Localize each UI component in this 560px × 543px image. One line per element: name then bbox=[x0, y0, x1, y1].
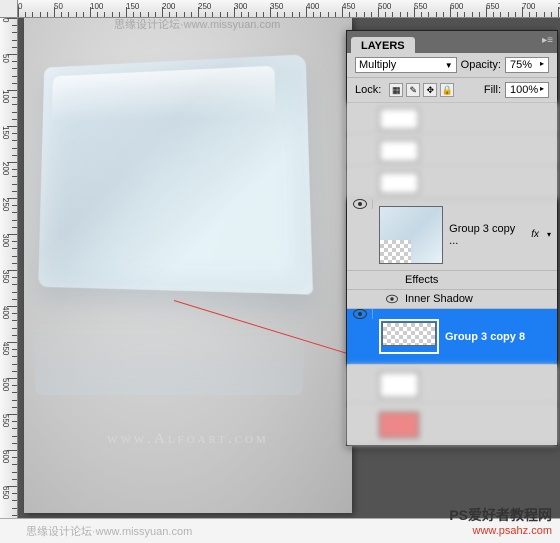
brand-text: PS爱好者教程网 bbox=[449, 507, 552, 523]
effects-header[interactable]: Effects bbox=[347, 271, 557, 290]
lock-label: Lock: bbox=[355, 84, 381, 96]
layer-row-selected[interactable]: Group 3 copy 8 bbox=[347, 309, 557, 365]
layer-row-blurred[interactable] bbox=[347, 103, 557, 135]
ruler-corner bbox=[0, 0, 18, 18]
fill-value: 100% bbox=[510, 84, 538, 96]
opacity-label: Opacity: bbox=[461, 59, 501, 71]
panel-menu-icon[interactable]: ▸≡ bbox=[542, 35, 553, 46]
dropdown-icon: ▼ bbox=[445, 61, 453, 70]
chevron-right-icon: ▸ bbox=[540, 84, 544, 96]
ruler-horizontal[interactable]: 0501001502002503003504004505005506006507… bbox=[18, 0, 560, 18]
layer-list[interactable]: Group 3 copy ... fx ▾ Effects Inner Shad… bbox=[347, 103, 557, 445]
watermark-top: 思缘设计论坛·www.missyuan.com bbox=[114, 18, 280, 32]
lock-pixels-icon[interactable]: ✎ bbox=[406, 83, 420, 97]
layer-thumbnail[interactable] bbox=[382, 322, 436, 346]
layer-row-blurred[interactable] bbox=[347, 167, 557, 199]
credit-bottom-left: 思缘设计论坛·www.missyuan.com bbox=[26, 523, 192, 539]
lock-buttons: ▦ ✎ ✥ 🔒 bbox=[389, 83, 454, 97]
credit-brand: PS爱好者教程网 www.psahz.com bbox=[449, 505, 552, 537]
visibility-toggle[interactable] bbox=[347, 309, 373, 319]
fx-toggle-icon[interactable]: ▾ bbox=[547, 230, 551, 239]
effect-name: Inner Shadow bbox=[405, 293, 473, 305]
fx-badge[interactable]: fx bbox=[531, 229, 541, 240]
layer-row-blurred[interactable] bbox=[347, 135, 557, 167]
effects-label: Effects bbox=[405, 274, 438, 286]
layers-panel[interactable]: LAYERS ▸≡ Multiply ▼ Opacity: 75% ▸ Lock… bbox=[346, 30, 558, 446]
layer-row-blurred[interactable] bbox=[347, 365, 557, 405]
effect-inner-shadow[interactable]: Inner Shadow bbox=[347, 290, 557, 309]
opacity-value: 75% bbox=[510, 59, 532, 71]
blend-mode-select[interactable]: Multiply ▼ bbox=[355, 57, 457, 73]
ice-reflection bbox=[32, 300, 306, 396]
eye-icon bbox=[353, 199, 367, 209]
layer-thumbnail[interactable] bbox=[379, 206, 443, 264]
layers-tab[interactable]: LAYERS bbox=[351, 37, 415, 53]
chevron-right-icon: ▸ bbox=[540, 59, 544, 71]
brand-site: www.psahz.com bbox=[449, 525, 552, 537]
lock-position-icon[interactable]: ✥ bbox=[423, 83, 437, 97]
ice-cube-artwork bbox=[38, 54, 313, 294]
blend-opacity-row: Multiply ▼ Opacity: 75% ▸ bbox=[347, 53, 557, 78]
blend-mode-value: Multiply bbox=[359, 59, 396, 71]
lock-fill-row: Lock: ▦ ✎ ✥ 🔒 Fill: 100% ▸ bbox=[347, 78, 557, 103]
ruler-vertical[interactable]: 0501001502002503003504004505005506006507… bbox=[0, 18, 18, 518]
eye-icon bbox=[353, 309, 367, 319]
opacity-field[interactable]: 75% ▸ bbox=[505, 57, 549, 73]
fill-label: Fill: bbox=[484, 84, 501, 96]
lock-transparency-icon[interactable]: ▦ bbox=[389, 83, 403, 97]
fill-field[interactable]: 100% ▸ bbox=[505, 82, 549, 98]
artboard[interactable]: 思缘设计论坛·www.missyuan.com www.Alfoart.com bbox=[24, 18, 352, 513]
layer-row-group3copy[interactable]: Group 3 copy ... fx ▾ bbox=[347, 199, 557, 271]
thumbnail-selection bbox=[379, 319, 439, 354]
layer-row-blurred[interactable] bbox=[347, 405, 557, 445]
lock-all-icon[interactable]: 🔒 bbox=[440, 83, 454, 97]
visibility-toggle[interactable] bbox=[347, 199, 373, 209]
panel-tab-bar: LAYERS ▸≡ bbox=[347, 31, 557, 53]
layer-name[interactable]: Group 3 copy 8 bbox=[445, 331, 525, 343]
watermark-url: www.Alfoart.com bbox=[24, 431, 352, 448]
layer-name[interactable]: Group 3 copy ... bbox=[449, 223, 525, 247]
eye-icon[interactable] bbox=[386, 295, 398, 304]
